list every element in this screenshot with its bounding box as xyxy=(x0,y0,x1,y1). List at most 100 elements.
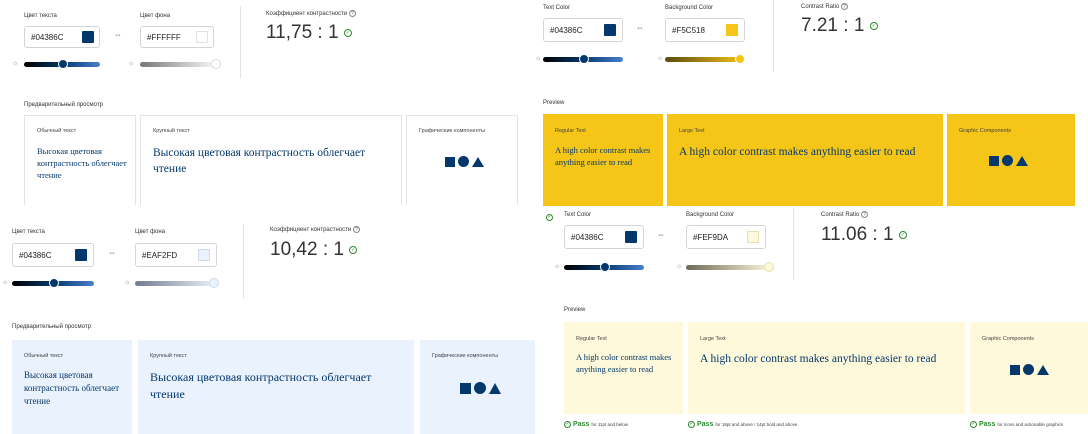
preview-large-card: Крупный текст Высокая цветовая контрастн… xyxy=(140,115,402,205)
contrast-ratio-label: Contrast Ratio ? xyxy=(821,211,869,218)
bg-brightness-slider[interactable] xyxy=(665,57,745,62)
bg-color-field[interactable]: #F5C518 xyxy=(665,18,745,42)
bg-brightness-slider[interactable] xyxy=(135,281,217,286)
preview-graphic-card: Графические компоненты xyxy=(420,340,535,434)
bg-color-value: #EAF2FD xyxy=(142,251,178,260)
preview-large-card: Large Text A high color contrast makes a… xyxy=(667,114,943,206)
large-text-sample: A high color contrast makes anything eas… xyxy=(700,353,937,365)
square-icon xyxy=(460,382,471,394)
text-color-label: Цвет текста xyxy=(12,229,45,235)
swap-icon[interactable]: ⇔ xyxy=(108,248,116,257)
swap-icon[interactable]: ⇔ xyxy=(657,230,665,239)
text-brightness-thumb[interactable] xyxy=(600,262,610,272)
text-color-value: #04386C xyxy=(550,26,583,35)
normal-text-label: Regular Text xyxy=(555,128,586,134)
graphic-label: Graphic Components xyxy=(959,128,1011,134)
panel-en-yellow: Text Color #04386C ⇔ Background Color #F… xyxy=(535,0,1088,206)
bg-color-value: #FEF9DA xyxy=(693,233,729,242)
bg-color-value: #F5C518 xyxy=(672,26,705,35)
check-icon: ✓ xyxy=(970,421,977,428)
text-color-field[interactable]: #04386C xyxy=(564,225,644,249)
preview-label: Preview xyxy=(564,307,586,313)
bg-brightness-thumb[interactable] xyxy=(211,59,221,69)
text-color-label: Цвет текста xyxy=(24,13,57,19)
bg-brightness-slider[interactable] xyxy=(140,62,220,67)
bg-brightness-thumb[interactable] xyxy=(764,262,774,272)
bg-color-swatch[interactable] xyxy=(726,24,738,36)
help-icon[interactable]: ? xyxy=(352,226,360,233)
preview-normal-card: Regular Text A high color contrast makes… xyxy=(564,322,683,414)
help-icon[interactable]: ? xyxy=(861,211,869,218)
contrast-ratio-value: 11,75 : 1 ✓ xyxy=(266,22,352,43)
preview-normal-card: Regular Text A high color contrast makes… xyxy=(543,114,663,206)
bg-color-swatch[interactable] xyxy=(198,249,210,261)
text-color-swatch[interactable] xyxy=(75,249,87,261)
preview-label: Предварительный просмотр xyxy=(24,102,103,108)
text-brightness-thumb[interactable] xyxy=(58,59,68,69)
text-color-label: Text Color xyxy=(564,212,592,218)
bg-color-label: Background Color xyxy=(665,5,714,11)
graphic-label: Графические компоненты xyxy=(432,353,499,359)
preview-normal-card: Обычный текст Высокая цветовая контрастн… xyxy=(24,115,136,205)
text-color-swatch[interactable] xyxy=(625,231,637,243)
text-color-swatch[interactable] xyxy=(82,31,94,43)
text-color-value: #04386C xyxy=(19,251,52,260)
bg-color-field[interactable]: #FEF9DA xyxy=(686,225,766,249)
panel-en-cream: ✓ Text Color #04386C ⇔ Background Color … xyxy=(540,206,1088,434)
large-text-label: Крупный текст xyxy=(150,353,187,359)
check-icon: ✓ xyxy=(349,245,358,254)
circle-icon xyxy=(458,156,469,167)
brightness-icon: ☼ xyxy=(657,55,664,62)
bg-brightness-thumb[interactable] xyxy=(735,54,745,64)
text-brightness-thumb[interactable] xyxy=(49,278,59,288)
triangle-icon xyxy=(1037,364,1049,375)
contrast-ratio-value: 10,42 : 1 ✓ xyxy=(270,239,358,260)
large-text-label: Крупный текст xyxy=(153,128,190,134)
circle-icon xyxy=(1023,364,1034,375)
text-color-swatch[interactable] xyxy=(604,24,616,36)
contrast-ratio-label: Коэффициент контрастности ? xyxy=(270,226,360,233)
normal-text-sample: A high color contrast makes anything eas… xyxy=(576,352,672,374)
normal-text-label: Обычный текст xyxy=(24,353,64,359)
help-icon[interactable]: ? xyxy=(841,3,849,10)
large-text-sample: A high color contrast makes anything eas… xyxy=(679,146,916,158)
panel-ru-white: Цвет текста #04386C ⇔ Цвет фона #FFFFFF … xyxy=(0,0,535,205)
bg-color-field[interactable]: #EAF2FD xyxy=(135,243,217,267)
preview-graphic-card: Graphic Components xyxy=(947,114,1075,206)
preview-large-card: Large Text A high color contrast makes a… xyxy=(688,322,965,414)
circle-icon xyxy=(1002,155,1013,166)
square-icon xyxy=(445,156,455,167)
brightness-icon: ☼ xyxy=(2,279,9,286)
normal-text-label: Regular Text xyxy=(576,336,607,342)
text-color-label: Text Color xyxy=(543,5,571,11)
graphic-shapes xyxy=(989,155,1028,166)
divider xyxy=(243,224,244,299)
brightness-icon: ☼ xyxy=(535,55,542,62)
bg-color-swatch[interactable] xyxy=(747,231,759,243)
bg-color-field[interactable]: #FFFFFF xyxy=(140,26,214,48)
pass-large: ✓ Pass for 18pt and above / 14pt bold and … xyxy=(688,421,798,429)
help-icon[interactable]: ? xyxy=(348,10,356,17)
brightness-icon: ☼ xyxy=(128,60,135,67)
normal-text-label: Обычный текст xyxy=(37,128,77,134)
graphic-shapes xyxy=(1010,364,1049,375)
bg-brightness-slider[interactable] xyxy=(686,265,772,270)
large-text-sample: Высокая цветовая контрастность облегчает… xyxy=(153,147,366,175)
text-color-field[interactable]: #04386C xyxy=(543,18,623,42)
swap-icon[interactable]: ⇔ xyxy=(114,30,122,39)
text-color-field[interactable]: #04386C xyxy=(24,26,100,48)
graphic-label: Graphic Components xyxy=(982,336,1034,342)
check-icon: ✓ xyxy=(564,421,571,428)
bg-brightness-thumb[interactable] xyxy=(209,278,219,288)
text-color-field[interactable]: #04386C xyxy=(12,243,94,267)
divider xyxy=(773,0,774,72)
bg-color-label: Цвет фона xyxy=(140,13,171,19)
bg-color-swatch[interactable] xyxy=(196,31,208,43)
text-brightness-thumb[interactable] xyxy=(579,54,589,64)
contrast-ratio-label: Коэффициент контрастности ? xyxy=(266,10,356,17)
contrast-ratio-label: Contrast Ratio ? xyxy=(801,3,849,10)
check-icon: ✓ xyxy=(343,28,352,37)
normal-text-sample: A high color contrast makes anything eas… xyxy=(555,145,651,167)
brightness-icon: ☼ xyxy=(554,263,561,270)
swap-icon[interactable]: ⇔ xyxy=(636,23,644,32)
